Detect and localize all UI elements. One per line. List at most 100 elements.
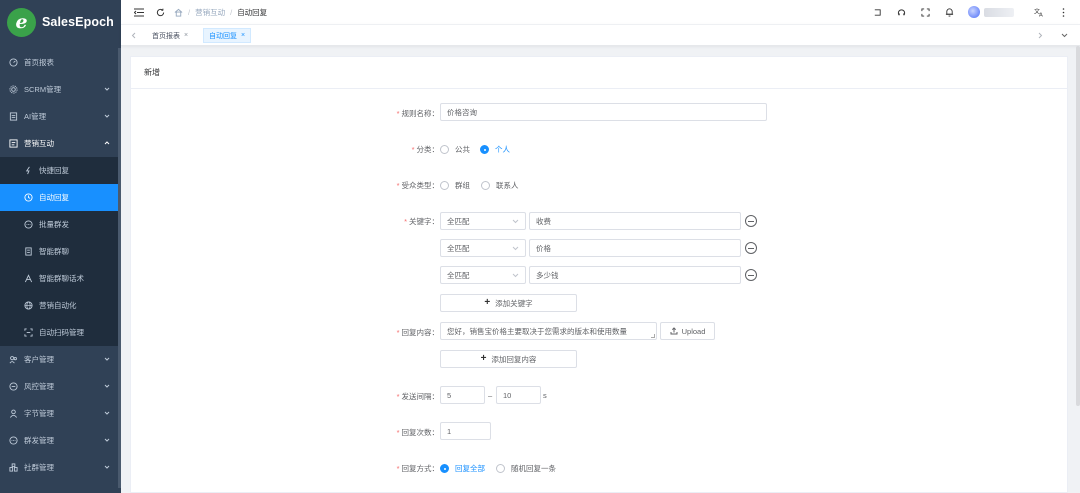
user-menu[interactable] — [968, 6, 1014, 18]
add-reply-button[interactable]: + 添加回复内容 — [440, 350, 577, 368]
sidebar-subitem-smart-group-chat[interactable]: 智能群聊 — [0, 238, 121, 265]
sidebar-item-scrm[interactable]: SCRM管理 — [0, 76, 121, 103]
sidebar-item-marketing[interactable]: 营销互动 — [0, 130, 121, 157]
hamburger-icon[interactable] — [134, 7, 144, 17]
reply-mode-random[interactable]: 随机回复一条 — [496, 463, 556, 474]
audience-label: * 受众类型： — [396, 181, 439, 190]
logo[interactable]: e SalesEpoch — [0, 0, 121, 44]
gauge-icon — [9, 58, 18, 67]
remove-keyword-icon[interactable] — [745, 242, 757, 254]
sidebar-item-ai[interactable]: AI管理 — [0, 103, 121, 130]
sidebar-item-broadcast[interactable]: 群发管理 — [0, 427, 121, 454]
marketing-icon — [9, 139, 18, 148]
keyword-input[interactable]: 多少钱 — [529, 266, 741, 284]
category-radio-personal[interactable]: 个人 — [480, 144, 510, 155]
tab-dashboard[interactable]: 首页报表 × — [146, 28, 194, 43]
keyword-match-select[interactable]: 全匹配 — [440, 266, 526, 284]
chevron-down-icon[interactable] — [1059, 30, 1069, 40]
sidebar-subitem-quick-reply[interactable]: 快捷回复 — [0, 157, 121, 184]
sidebar-subitem-label: 自动回复 — [39, 193, 69, 202]
reply-content-textarea[interactable]: 您好，销售宝价格主要取决于您需求的版本和使用数量 — [440, 322, 657, 340]
sidebar-subitem-auto-scan[interactable]: 自动扫码管理 — [0, 319, 121, 346]
customer-icon — [9, 355, 18, 364]
svg-text:A: A — [1039, 13, 1043, 18]
radio-circle[interactable] — [440, 181, 449, 190]
sidebar-item-community[interactable]: 社群管理 — [0, 454, 121, 481]
select-value: 全匹配 — [447, 216, 470, 226]
keyword-input[interactable]: 价格 — [529, 239, 741, 257]
close-icon[interactable]: × — [184, 32, 188, 39]
logo-text: SalesEpoch — [42, 15, 114, 29]
refresh-icon[interactable] — [155, 7, 165, 17]
sidebar-subitem-auto-reply[interactable]: 自动回复 — [0, 184, 121, 211]
audience-radio-contact[interactable]: 联系人 — [481, 180, 519, 191]
category-radio-public[interactable]: 公共 — [440, 144, 470, 155]
card-title: 新增 — [131, 57, 1067, 89]
radio-circle[interactable] — [440, 464, 449, 473]
home-icon[interactable] — [173, 7, 183, 17]
ai-box-icon — [9, 112, 18, 121]
chevron-down-icon — [512, 217, 519, 226]
sidebar-item-bytes[interactable]: 字节管理 — [0, 400, 121, 427]
add-keyword-button[interactable]: + 添加关键字 — [440, 294, 577, 312]
radio-circle[interactable] — [481, 181, 490, 190]
remove-keyword-icon[interactable] — [745, 269, 757, 281]
tab-auto-reply[interactable]: 自动回复 × — [203, 28, 252, 43]
rule-name-input[interactable]: 价格咨询 — [440, 103, 767, 121]
keyword-match-select[interactable]: 全匹配 — [440, 239, 526, 257]
sidebar-item-risk[interactable]: 风控管理 — [0, 373, 121, 400]
sidebar-item-dashboard[interactable]: 首页报表 — [0, 49, 121, 76]
logo-icon: e — [7, 7, 36, 37]
chevron-up-icon — [104, 139, 110, 148]
radio-label: 个人 — [495, 145, 510, 154]
upload-icon — [670, 327, 678, 335]
interval-max-input[interactable]: 10 — [496, 386, 541, 404]
github-icon[interactable] — [896, 7, 906, 17]
interval-label: * 发送间隔： — [396, 392, 439, 401]
sidebar-subitem-marketing-automation[interactable]: 营销自动化 — [0, 292, 121, 319]
radio-circle[interactable] — [440, 145, 449, 154]
breadcrumb-separator: / — [230, 7, 233, 17]
fullscreen-icon[interactable] — [920, 7, 930, 17]
sidebar-subitem-label: 智能群聊 — [39, 247, 69, 256]
tab-label: 首页报表 — [152, 32, 180, 40]
reply-mode-all[interactable]: 回复全部 — [440, 463, 485, 474]
radio-circle[interactable] — [480, 145, 489, 154]
radio-circle[interactable] — [496, 464, 505, 473]
tags-view: 首页报表 × 自动回复 × — [121, 24, 1080, 46]
clock-reply-icon — [24, 193, 33, 202]
page-scrollbar[interactable] — [1076, 46, 1080, 406]
sidebar-subitem-bulk-send[interactable]: 批量群发 — [0, 211, 121, 238]
more-icon[interactable] — [1058, 7, 1068, 17]
sidebar-item-label: 群发管理 — [24, 436, 54, 445]
community-icon — [9, 463, 18, 472]
resize-handle-icon[interactable] — [651, 334, 655, 338]
chevron-right-icon[interactable] — [1035, 30, 1045, 40]
exit-fullscreen-icon[interactable] — [872, 7, 882, 17]
sidebar-subitem-label: 自动扫码管理 — [39, 328, 84, 337]
plus-icon: + — [484, 297, 491, 308]
close-icon[interactable]: × — [241, 32, 245, 39]
reply-content-label: * 回复内容： — [396, 328, 439, 337]
avatar[interactable] — [968, 6, 980, 18]
audience-radio-group[interactable]: 群组 — [440, 180, 470, 191]
bell-icon[interactable] — [944, 7, 954, 17]
remove-keyword-icon[interactable] — [745, 215, 757, 227]
reply-count-input[interactable]: 1 — [440, 422, 491, 440]
sidebar-scrollbar[interactable] — [118, 48, 121, 488]
translate-icon[interactable]: 文A — [1034, 7, 1044, 18]
keyword-input[interactable]: 收费 — [529, 212, 741, 230]
chevron-down-icon — [512, 271, 519, 280]
radio-label: 公共 — [455, 145, 470, 154]
navbar-right: 文A — [858, 0, 1080, 24]
upload-button[interactable]: Upload — [660, 322, 715, 340]
sidebar-subitem-group-scripts[interactable]: 智能群聊话术 — [0, 265, 121, 292]
keyword-match-select[interactable]: 全匹配 — [440, 212, 526, 230]
textarea-value: 您好，销售宝价格主要取决于您需求的版本和使用数量 — [447, 326, 627, 336]
breadcrumb: / 营销互动 / 自动回复 — [173, 7, 267, 18]
interval-min-input[interactable]: 5 — [440, 386, 485, 404]
chevron-left-icon[interactable] — [129, 30, 139, 40]
sidebar-item-customers[interactable]: 客户管理 — [0, 346, 121, 373]
reply-mode-label: * 回复方式： — [396, 464, 439, 473]
breadcrumb-parent[interactable]: 营销互动 — [195, 7, 225, 18]
